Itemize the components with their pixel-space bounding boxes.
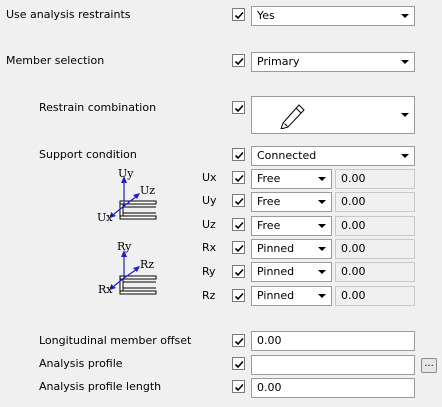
checkmark-icon: [234, 292, 244, 301]
analysis-profile-length-input[interactable]: 0.00: [251, 378, 415, 398]
chevron-down-icon: [318, 247, 326, 251]
dof-label-rx: Rx: [202, 241, 217, 254]
chevron-down-icon: [401, 14, 409, 18]
chevron-down-icon: [401, 113, 409, 117]
chevron-down-icon: [318, 270, 326, 274]
dof-label-rz: Rz: [202, 289, 216, 302]
restrain-combination-dropdown[interactable]: [251, 96, 415, 134]
analysis-profile-input[interactable]: [251, 355, 415, 375]
chevron-down-icon: [401, 154, 409, 158]
checkmark-icon: [234, 197, 244, 206]
use-analysis-restraints-label: Use analysis restraints: [6, 8, 131, 21]
axis-label-rx: Rx: [98, 283, 113, 296]
browse-profile-button[interactable]: ...: [421, 358, 437, 373]
axis-label-uz: Uz: [140, 184, 156, 197]
member-selection-value: Primary: [257, 55, 300, 68]
dof-dropdown-rx[interactable]: Pinned: [251, 239, 332, 259]
longitudinal-member-offset-label: Longitudinal member offset: [39, 334, 192, 347]
use-analysis-restraints-checkbox[interactable]: [232, 8, 245, 21]
checkmark-icon: [234, 383, 244, 392]
member-selection-dropdown[interactable]: Primary: [251, 52, 415, 72]
support-condition-value: Connected: [257, 149, 317, 162]
dof-dropdown-uy[interactable]: Free: [251, 192, 332, 212]
checkmark-icon: [234, 57, 244, 66]
checkmark-icon: [234, 268, 244, 277]
support-condition-label: Support condition: [39, 148, 137, 161]
chevron-down-icon: [318, 200, 326, 204]
dof-label-ux: Ux: [202, 171, 217, 184]
chevron-down-icon: [318, 294, 326, 298]
checkmark-icon: [234, 151, 244, 160]
axis-label-rz: Rz: [140, 258, 155, 271]
analysis-profile-length-checkbox[interactable]: [232, 380, 245, 393]
dof-value-ry: Pinned: [257, 265, 295, 278]
axis-label-uy: Uy: [118, 167, 134, 180]
dof-checkbox-rz[interactable]: [232, 289, 245, 302]
checkmark-icon: [234, 174, 244, 183]
dof-dropdown-uz[interactable]: Free: [251, 216, 332, 236]
dof-number-uz: 0.00: [335, 216, 415, 236]
checkmark-icon: [234, 11, 244, 20]
analysis-profile-checkbox[interactable]: [232, 357, 245, 370]
dof-number-uy: 0.00: [335, 192, 415, 212]
analysis-profile-length-label: Analysis profile length: [39, 380, 162, 393]
dof-value-rx: Pinned: [257, 242, 295, 255]
dof-number-ry: 0.00: [335, 262, 415, 282]
dof-number-rx: 0.00: [335, 239, 415, 259]
checkmark-icon: [234, 360, 244, 369]
chevron-down-icon: [318, 177, 326, 181]
axis-label-ry: Ry: [117, 240, 132, 253]
support-condition-checkbox[interactable]: [232, 148, 245, 161]
dof-label-uz: Uz: [202, 218, 216, 231]
use-analysis-restraints-value: Yes: [257, 9, 275, 22]
dof-checkbox-ry[interactable]: [232, 265, 245, 278]
checkmark-icon: [234, 104, 244, 113]
dof-dropdown-ry[interactable]: Pinned: [251, 262, 332, 282]
dof-dropdown-ux[interactable]: Free: [251, 169, 332, 189]
analysis-profile-label: Analysis profile: [39, 357, 123, 370]
dof-checkbox-rx[interactable]: [232, 241, 245, 254]
dof-value-uz: Free: [257, 219, 281, 232]
dof-label-ry: Ry: [202, 265, 216, 278]
use-analysis-restraints-dropdown[interactable]: Yes: [251, 6, 415, 26]
chevron-down-icon: [318, 224, 326, 228]
axis-label-ux: Ux: [97, 211, 113, 224]
support-condition-dropdown[interactable]: Connected: [251, 146, 415, 166]
chevron-down-icon: [401, 60, 409, 64]
longitudinal-member-offset-checkbox[interactable]: [232, 334, 245, 347]
dof-value-ux: Free: [257, 172, 281, 185]
dof-checkbox-ux[interactable]: [232, 171, 245, 184]
dof-checkbox-uz[interactable]: [232, 218, 245, 231]
checkmark-icon: [234, 244, 244, 253]
member-selection-checkbox[interactable]: [232, 54, 245, 67]
dof-label-uy: Uy: [202, 194, 217, 207]
longitudinal-member-offset-input[interactable]: 0.00: [251, 331, 415, 351]
restrain-combination-checkbox[interactable]: [232, 101, 245, 114]
dof-checkbox-uy[interactable]: [232, 194, 245, 207]
pencil-icon: [280, 104, 305, 129]
member-selection-label: Member selection: [6, 54, 105, 67]
dof-number-rz: 0.00: [335, 286, 415, 306]
dof-dropdown-rz[interactable]: Pinned: [251, 286, 332, 306]
dof-number-ux: 0.00: [335, 169, 415, 189]
checkmark-icon: [234, 221, 244, 230]
dof-value-rz: Pinned: [257, 289, 295, 302]
checkmark-icon: [234, 337, 244, 346]
restrain-combination-label: Restrain combination: [39, 101, 157, 114]
dof-value-uy: Free: [257, 195, 281, 208]
